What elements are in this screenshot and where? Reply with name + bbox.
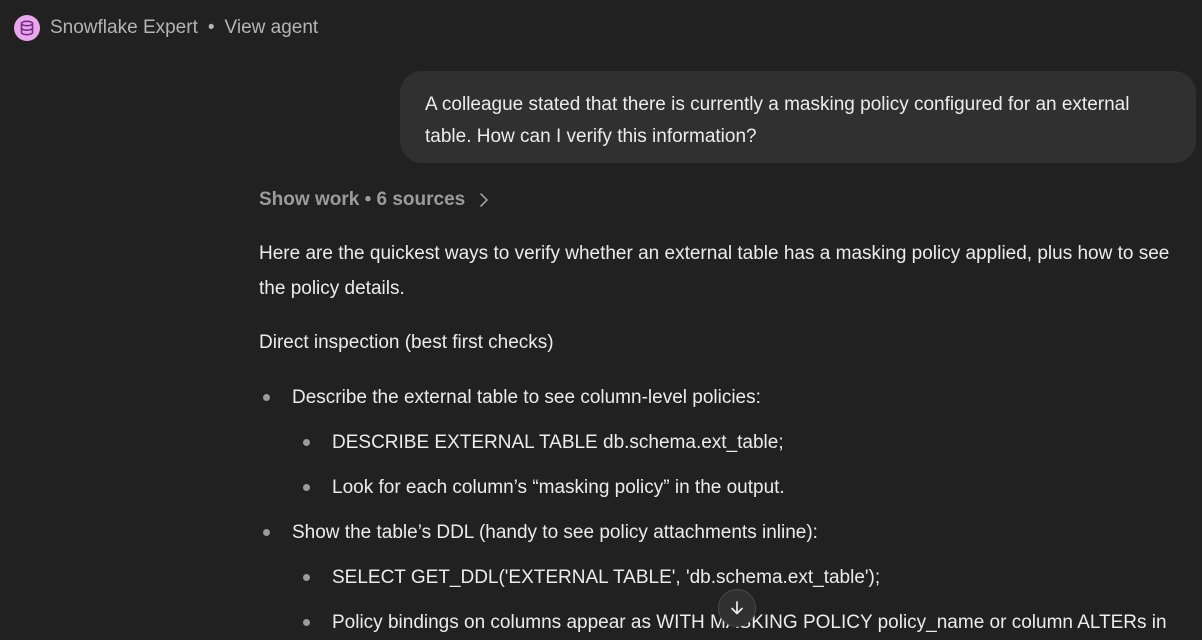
bullet-dot xyxy=(303,574,310,581)
scroll-to-bottom-button[interactable] xyxy=(718,589,756,627)
bullet-dot xyxy=(303,439,310,446)
list-item: Show the table’s DDL (handy to see polic… xyxy=(259,515,818,550)
user-message-bubble: A colleague stated that there is current… xyxy=(400,71,1196,163)
list-subitem: DESCRIBE EXTERNAL TABLE db.schema.ext_ta… xyxy=(299,425,784,460)
list-subitem-text: SELECT GET_DDL('EXTERNAL TABLE', 'db.sch… xyxy=(332,567,881,588)
list-subitem: SELECT GET_DDL('EXTERNAL TABLE', 'db.sch… xyxy=(299,560,880,595)
answer-section-heading: Direct inspection (best first checks) xyxy=(259,332,554,353)
list-subitem-text: Look for each column’s “masking policy” … xyxy=(332,477,785,498)
list-subitem-text: DESCRIBE EXTERNAL TABLE db.schema.ext_ta… xyxy=(332,432,784,453)
list-item-text: Show the table’s DDL (handy to see polic… xyxy=(292,522,818,543)
chat-header: Snowflake Expert • View agent xyxy=(14,14,318,42)
user-message-text: A colleague stated that there is current… xyxy=(425,94,1130,147)
list-item-text: Describe the external table to see colum… xyxy=(292,387,761,408)
bullet-dot xyxy=(263,529,270,536)
arrow-down-icon xyxy=(729,600,745,616)
bullet-dot xyxy=(303,484,310,491)
view-agent-link[interactable]: View agent xyxy=(225,17,319,39)
header-separator: • xyxy=(207,17,215,38)
list-subitem: Look for each column’s “masking policy” … xyxy=(299,470,785,505)
database-icon xyxy=(14,15,40,41)
bullet-dot xyxy=(303,619,310,626)
answer-intro: Here are the quickest ways to verify whe… xyxy=(259,243,1170,299)
bullet-dot xyxy=(263,394,270,401)
show-work-button[interactable]: Show work • 6 sources xyxy=(259,186,489,214)
show-work-label: Show work • 6 sources xyxy=(259,189,466,210)
agent-name: Snowflake Expert xyxy=(50,17,198,38)
list-item: Describe the external table to see colum… xyxy=(259,380,761,415)
chevron-right-icon xyxy=(479,192,489,208)
